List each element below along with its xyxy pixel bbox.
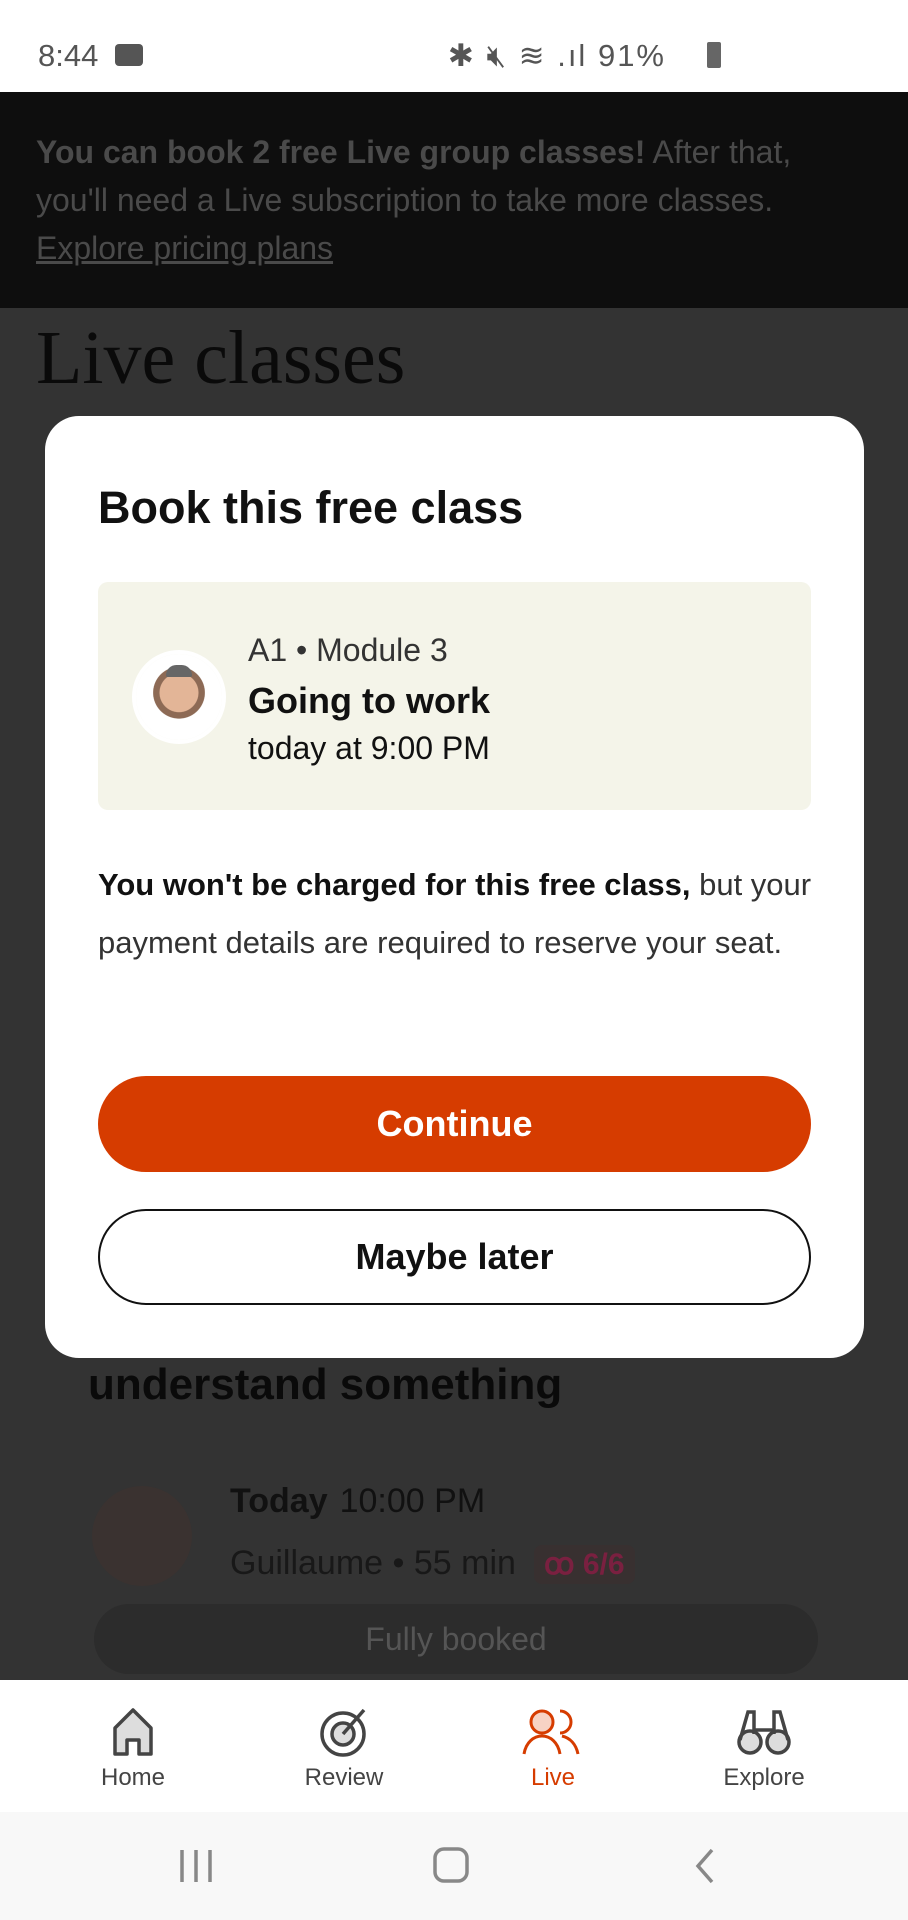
battery-level: 91%: [597, 38, 666, 73]
class-time: today at 9:00 PM: [248, 730, 490, 766]
free-classes-banner: You can book 2 free Live group classes! …: [0, 92, 908, 308]
people-icon: [522, 1709, 580, 1755]
recent-apps-icon[interactable]: [178, 1846, 214, 1886]
status-icons: ✱ 🔇︎ ≋ .ıl 91%: [448, 38, 666, 75]
clock: 8:44: [38, 38, 99, 73]
dialog-title: Book this free class: [98, 482, 524, 533]
maybe-later-button[interactable]: Maybe later: [98, 1209, 811, 1305]
teacher-avatar: [136, 654, 222, 740]
nav-live[interactable]: Live: [473, 1706, 633, 1792]
teacher-avatar: [92, 1486, 192, 1586]
home-system-icon[interactable]: [432, 1846, 472, 1886]
seats-badge: ꝏ 6/6: [533, 1545, 635, 1584]
status-bar: 8:44 ✱ 🔇︎ ≋ .ıl 91%: [0, 0, 908, 92]
video-camera-icon: [115, 44, 143, 66]
mute-icon: 🔇︎: [486, 38, 508, 73]
signal-icon: .ıl: [557, 38, 588, 73]
section-heading: understand something: [88, 1360, 563, 1409]
back-icon[interactable]: [690, 1846, 720, 1886]
wifi-icon: ≋: [518, 38, 547, 73]
home-icon: [113, 1708, 153, 1756]
class-card: A1 • Module 3 Going to work today at 9:0…: [98, 582, 811, 810]
bottom-nav: Home Review Live Explore: [0, 1680, 908, 1812]
page-title: Live classes: [36, 316, 406, 400]
binoculars-icon: [737, 1710, 791, 1755]
fully-booked-button: Fully booked: [94, 1604, 818, 1674]
nav-review[interactable]: Review: [264, 1706, 424, 1792]
bluetooth-icon: ✱: [447, 38, 476, 73]
pricing-link[interactable]: Explore pricing plans: [36, 230, 333, 266]
nav-explore[interactable]: Explore: [684, 1706, 844, 1792]
target-icon: [320, 1708, 366, 1757]
people-icon: ꝏ: [543, 1548, 575, 1581]
system-nav-bar: [0, 1812, 908, 1920]
nav-home[interactable]: Home: [53, 1706, 213, 1792]
class-name: Going to work: [248, 680, 490, 721]
book-class-dialog: Book this free class A1 • Module 3 Going…: [45, 416, 864, 1358]
payment-notice: You won't be charged for this free class…: [98, 867, 812, 960]
class-list-item[interactable]: Today 10:00 PM Guillaume • 55 min ꝏ 6/6: [88, 1472, 818, 1622]
continue-button[interactable]: Continue: [98, 1076, 811, 1172]
battery-icon: [707, 42, 721, 68]
